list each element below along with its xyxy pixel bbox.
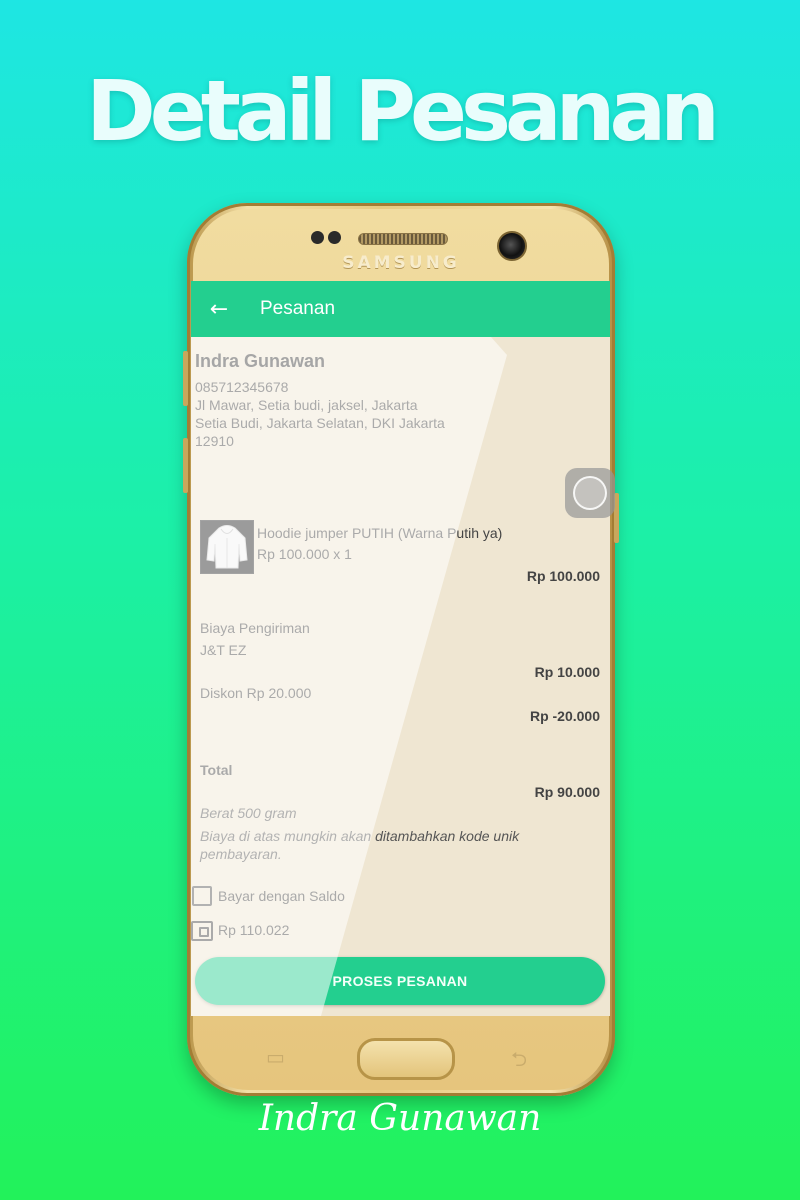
product-thumbnail xyxy=(200,520,254,574)
product-subtotal: Rp 100.000 xyxy=(526,568,600,584)
postal-code: 12910 xyxy=(195,433,234,449)
fee-note-line-2: pembayaran. xyxy=(200,846,282,862)
phone-screen: ← Pesanan Indra Gunawan 085712345678 Jl … xyxy=(191,281,610,1016)
app-bar-title: Pesanan xyxy=(260,298,336,319)
product-name: Hoodie jumper PUTIH (Warna Putih ya) xyxy=(257,525,503,541)
discount-amount: Rp -20.000 xyxy=(529,708,600,724)
total-label: Total xyxy=(200,762,233,778)
sensor-dots xyxy=(311,231,341,244)
customer-phone: 085712345678 xyxy=(195,379,289,395)
volume-down-button xyxy=(183,438,188,493)
back-arrow-icon[interactable]: ← xyxy=(199,297,239,322)
assistive-touch-button[interactable] xyxy=(565,468,615,518)
shipping-label: Biaya Pengiriman xyxy=(200,620,310,636)
author-signature: Indra Gunawan xyxy=(258,1098,542,1139)
wallet-icon xyxy=(191,921,213,941)
shipping-courier: J&T EZ xyxy=(200,642,247,658)
pay-with-balance-label[interactable]: Bayar dengan Saldo xyxy=(218,888,345,904)
weight-note: Berat 500 gram xyxy=(200,805,297,821)
earpiece-grille xyxy=(358,233,448,245)
hoodie-image xyxy=(206,525,248,569)
customer-name: Indra Gunawan xyxy=(195,351,326,371)
shipping-cost: Rp 10.000 xyxy=(534,664,600,680)
process-order-button[interactable]: PROSES PESANAN xyxy=(195,957,605,1005)
product-price-qty: Rp 100.000 x 1 xyxy=(257,546,352,562)
app-bar: ← Pesanan xyxy=(191,281,610,337)
home-button[interactable] xyxy=(357,1038,455,1080)
pay-with-balance-checkbox[interactable] xyxy=(192,886,212,906)
recent-apps-key[interactable]: ▭ xyxy=(266,1045,285,1069)
balance-amount: Rp 110.022 xyxy=(218,922,290,938)
back-key[interactable]: ⮌ xyxy=(511,1045,527,1079)
headline: Detail Pesanan xyxy=(86,62,720,160)
phone-brand-logo: SAMSUNG xyxy=(342,253,460,273)
address-line-2: Setia Budi, Jakarta Selatan, DKI Jakarta xyxy=(195,415,445,431)
fee-note-line-1: Biaya di atas mungkin akan ditambahkan k… xyxy=(200,828,520,844)
order-detail: Indra Gunawan 085712345678 Jl Mawar, Set… xyxy=(191,337,610,1016)
volume-up-button xyxy=(183,351,188,406)
address-line-1: Jl Mawar, Setia budi, jaksel, Jakarta xyxy=(195,397,418,413)
total-amount: Rp 90.000 xyxy=(534,784,600,800)
discount-label: Diskon Rp 20.000 xyxy=(200,685,312,701)
